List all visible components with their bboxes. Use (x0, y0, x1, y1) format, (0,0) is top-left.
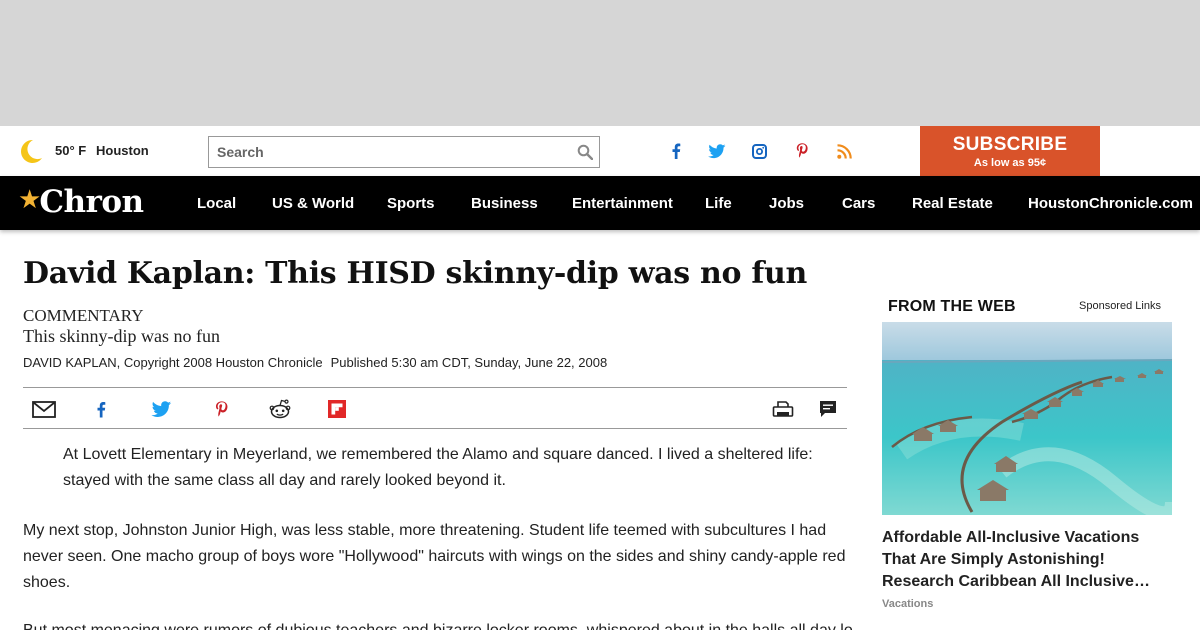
ad-banner (0, 0, 1200, 126)
article-paragraph: My next stop, Johnston Junior High, was … (23, 522, 846, 591)
nav-item-entertainment[interactable]: Entertainment (572, 195, 673, 212)
article-subhead: This skinny-dip was no fun (23, 326, 220, 346)
nav-item-houstonchronicle[interactable]: HoustonChronicle.com (1028, 195, 1193, 212)
sponsored-links[interactable]: Sponsored Links (1079, 300, 1161, 312)
promo-image[interactable] (882, 322, 1172, 515)
flipboard-icon[interactable] (325, 398, 349, 420)
pinterest-icon[interactable] (209, 398, 233, 420)
instagram-icon[interactable] (750, 142, 768, 160)
nav-item-sports[interactable]: Sports (387, 195, 435, 212)
sidebar-heading: FROM THE WEB (888, 298, 1016, 315)
facebook-icon[interactable] (667, 142, 685, 160)
byline-published: Published 5:30 am CDT, Sunday, June 22, … (330, 355, 608, 370)
twitter-icon[interactable] (149, 398, 173, 420)
pinterest-icon[interactable] (793, 142, 811, 160)
subscribe-label: SUBSCRIBE (952, 134, 1068, 155)
article-byline: DAVID KAPLAN, Copyright 2008 Houston Chr… (23, 355, 607, 370)
main-nav: ★ Chron Local US & World Sports Business… (0, 176, 1200, 230)
print-icon[interactable] (771, 398, 795, 420)
subscribe-button[interactable]: SUBSCRIBE As low as 95¢ (920, 126, 1100, 176)
search-icon[interactable] (577, 144, 593, 160)
moon-icon (21, 139, 42, 163)
nav-item-business[interactable]: Business (471, 195, 538, 212)
search-input[interactable] (209, 137, 559, 167)
byline-author: DAVID KAPLAN, Copyright 2008 Houston Chr… (23, 355, 323, 370)
nav-item-jobs[interactable]: Jobs (769, 195, 804, 212)
article-kicker: COMMENTARY (23, 306, 144, 325)
rss-icon[interactable] (835, 142, 853, 160)
nav-item-local[interactable]: Local (197, 195, 236, 212)
promo-title-line: That Are Simply Astonishing! (882, 551, 1105, 568)
article-headline: David Kaplan: This HISD skinny-dip was n… (23, 256, 807, 291)
nav-item-real-estate[interactable]: Real Estate (912, 195, 993, 212)
article-paragraph: But most menacing were rumors of dubious… (23, 618, 853, 630)
article-paragraph: At Lovett Elementary in Meyerland, we re… (63, 446, 813, 489)
comments-icon[interactable] (816, 398, 840, 420)
email-icon[interactable] (31, 398, 57, 420)
promo-title-line: Research Caribbean All Inclusive… (882, 573, 1150, 590)
promo-title[interactable]: Affordable All-Inclusive Vacations That … (882, 527, 1172, 593)
twitter-icon[interactable] (708, 142, 726, 160)
star-icon: ★ (18, 183, 42, 214)
subscribe-price: As low as 95¢ (973, 157, 1047, 169)
weather-temp: 50° F (55, 143, 87, 158)
reddit-icon[interactable] (268, 398, 292, 420)
logo-text: Chron (39, 184, 144, 220)
nav-item-cars[interactable]: Cars (842, 195, 875, 212)
chron-logo[interactable]: ★ Chron (18, 183, 144, 221)
utility-bar: 50° F Houston SUBSCRIBE As low as 95¢ (0, 126, 1200, 176)
promo-source: Vacations (882, 598, 934, 610)
search-box (208, 136, 600, 168)
nav-item-us-world[interactable]: US & World (272, 195, 354, 212)
nav-item-life[interactable]: Life (705, 195, 732, 212)
facebook-icon[interactable] (89, 398, 113, 420)
share-bar (23, 387, 847, 429)
weather-city: Houston (96, 143, 149, 158)
promo-title-line: Affordable All-Inclusive Vacations (882, 529, 1140, 546)
